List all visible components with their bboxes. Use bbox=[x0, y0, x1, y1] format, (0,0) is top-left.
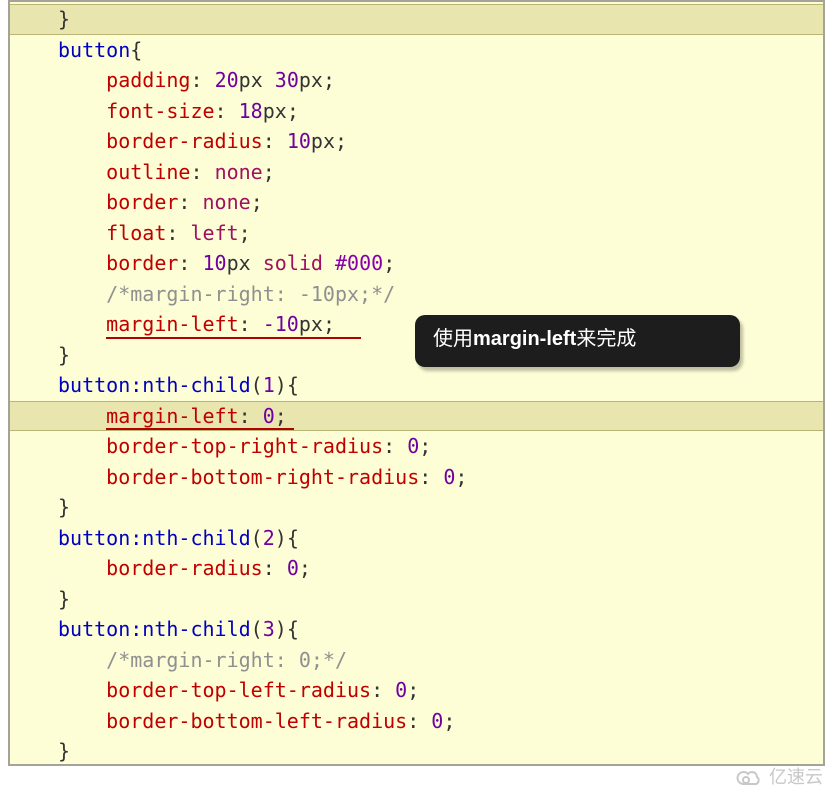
code-line: border: none; bbox=[58, 187, 823, 218]
tooltip-text: 来完成 bbox=[576, 328, 636, 350]
code-line: border-radius: 0; bbox=[58, 553, 823, 584]
code-line: } bbox=[58, 584, 823, 615]
code-frame: } button{ padding: 20px 30px; font-size:… bbox=[8, 0, 825, 766]
code-line: button{ bbox=[58, 35, 823, 66]
code-line: border-radius: 10px; bbox=[58, 126, 823, 157]
code-line: /*margin-right: 0;*/ bbox=[58, 645, 823, 676]
code-line: } bbox=[58, 4, 823, 35]
code-line: border-top-left-radius: 0; bbox=[58, 675, 823, 706]
annotation-tooltip: 使用margin-left来完成 bbox=[415, 315, 740, 367]
code-line: button:nth-child(3){ bbox=[58, 614, 823, 645]
code-line: float: left; bbox=[58, 218, 823, 249]
code-line: border: 10px solid #000; bbox=[58, 248, 823, 279]
code-line: border-top-right-radius: 0; bbox=[58, 431, 823, 462]
code-line: } bbox=[58, 492, 823, 523]
code-line: margin-left: 0; bbox=[58, 401, 823, 432]
code-line: outline: none; bbox=[58, 157, 823, 188]
cloud-icon bbox=[735, 767, 763, 787]
code-line: button:nth-child(2){ bbox=[58, 523, 823, 554]
watermark-text: 亿速云 bbox=[769, 762, 823, 793]
code-block: } button{ padding: 20px 30px; font-size:… bbox=[10, 2, 823, 766]
code-line: /*margin-right: -10px;*/ bbox=[58, 279, 823, 310]
code-line: padding: 20px 30px; bbox=[58, 65, 823, 96]
tooltip-bold: margin-left bbox=[473, 328, 576, 350]
code-line: border-bottom-left-radius: 0; bbox=[58, 706, 823, 737]
code-line: font-size: 18px; bbox=[58, 96, 823, 127]
code-line: } bbox=[58, 736, 823, 766]
code-line: border-bottom-right-radius: 0; bbox=[58, 462, 823, 493]
watermark: 亿速云 bbox=[735, 762, 823, 793]
tooltip-text: 使用 bbox=[433, 328, 473, 350]
code-line: button:nth-child(1){ bbox=[58, 370, 823, 401]
